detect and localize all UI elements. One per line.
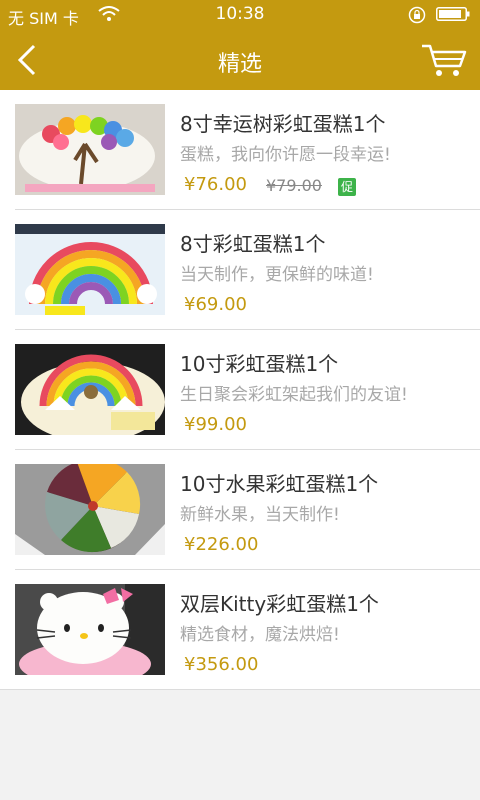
product-price: ¥76.00 bbox=[184, 174, 247, 195]
product-item[interactable]: 8寸幸运树彩虹蛋糕1个 蛋糕，我向你许愿一段幸运! ¥76.00 ¥79.00 … bbox=[0, 90, 480, 210]
page-title: 精选 bbox=[217, 52, 262, 77]
app-header: 无 SIM 卡 10:38 精选 bbox=[0, 0, 480, 90]
product-desc: 蛋糕，我向你许愿一段幸运! bbox=[180, 145, 391, 165]
promo-badge: 促 bbox=[338, 178, 356, 196]
product-desc: 精选食材，魔法烘焙! bbox=[180, 625, 340, 645]
product-desc: 新鲜水果，当天制作! bbox=[180, 505, 340, 525]
product-price: ¥226.00 bbox=[184, 534, 259, 555]
product-image bbox=[15, 464, 165, 555]
divider bbox=[0, 689, 480, 690]
nav-bar: 精选 bbox=[0, 30, 480, 90]
product-price: ¥99.00 bbox=[184, 414, 247, 435]
product-name: 双层Kitty彩虹蛋糕1个 bbox=[180, 592, 379, 616]
product-list: 8寸幸运树彩虹蛋糕1个 蛋糕，我向你许愿一段幸运! ¥76.00 ¥79.00 … bbox=[0, 90, 480, 690]
product-name: 8寸幸运树彩虹蛋糕1个 bbox=[180, 112, 386, 136]
cart-icon[interactable] bbox=[420, 42, 468, 78]
product-name: 8寸彩虹蛋糕1个 bbox=[180, 232, 326, 256]
product-item[interactable]: 10寸彩虹蛋糕1个 生日聚会彩虹架起我们的友谊! ¥99.00 bbox=[0, 330, 480, 450]
product-price: ¥356.00 bbox=[184, 654, 259, 675]
status-bar: 无 SIM 卡 10:38 bbox=[0, 0, 480, 30]
product-image bbox=[15, 104, 165, 195]
product-name: 10寸水果彩虹蛋糕1个 bbox=[180, 472, 379, 496]
product-image bbox=[15, 344, 165, 435]
product-name: 10寸彩虹蛋糕1个 bbox=[180, 352, 339, 376]
product-image bbox=[15, 584, 165, 675]
product-item[interactable]: 双层Kitty彩虹蛋糕1个 精选食材，魔法烘焙! ¥356.00 bbox=[0, 570, 480, 690]
product-image bbox=[15, 224, 165, 315]
product-desc: 生日聚会彩虹架起我们的友谊! bbox=[180, 385, 408, 405]
product-item[interactable]: 8寸彩虹蛋糕1个 当天制作，更保鲜的味道! ¥69.00 bbox=[0, 210, 480, 330]
product-desc: 当天制作，更保鲜的味道! bbox=[180, 265, 374, 285]
product-old-price: ¥79.00 bbox=[266, 176, 322, 195]
product-item[interactable]: 10寸水果彩虹蛋糕1个 新鲜水果，当天制作! ¥226.00 bbox=[0, 450, 480, 570]
product-price: ¥69.00 bbox=[184, 294, 247, 315]
rotation-lock-icon bbox=[408, 6, 426, 24]
battery-icon bbox=[436, 7, 470, 21]
